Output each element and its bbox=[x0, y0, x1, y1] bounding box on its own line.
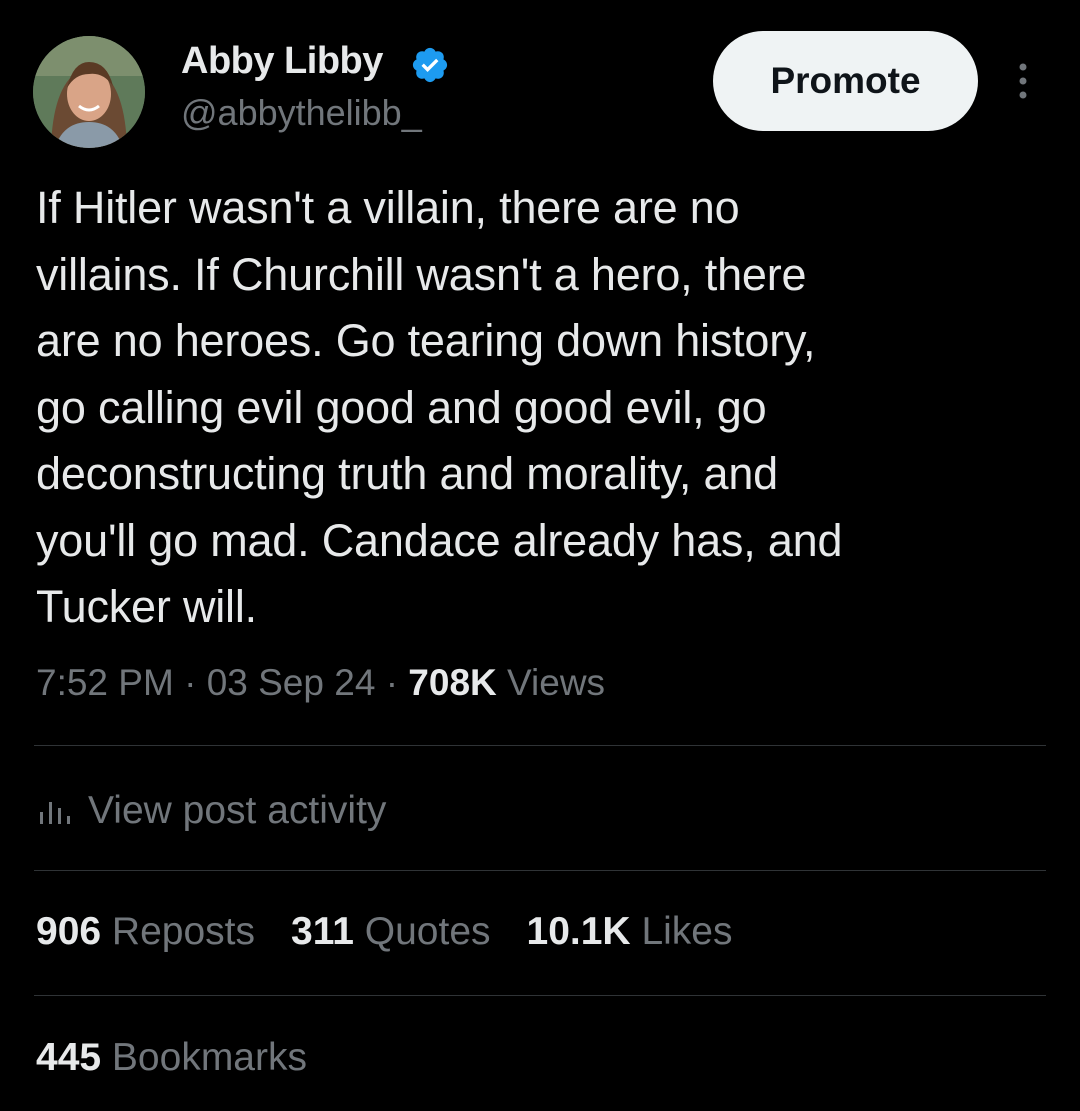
likes-stat[interactable]: 10.1K Likes bbox=[527, 910, 733, 954]
verified-badge-icon bbox=[412, 47, 448, 83]
quotes-label: Quotes bbox=[364, 910, 491, 953]
tweet-text-line: villains. If Churchill wasn't a hero, th… bbox=[36, 248, 807, 300]
more-vertical-icon[interactable] bbox=[1010, 62, 1036, 100]
tweet-text-line: If Hitler wasn't a villain, there are no bbox=[36, 182, 740, 233]
bookmarks-count: 445 bbox=[36, 1036, 102, 1079]
tweet-text-line: Tucker will. bbox=[36, 581, 257, 632]
tweet-text-line: go calling evil good and good evil, go bbox=[36, 381, 767, 433]
view-post-activity-link[interactable]: View post activity bbox=[36, 786, 386, 836]
reposts-stat[interactable]: 906 Reposts bbox=[36, 910, 255, 954]
bookmarks-stat[interactable]: 445 Bookmarks bbox=[36, 1036, 307, 1080]
analytics-bars-icon bbox=[40, 802, 70, 824]
author-handle[interactable]: @abbythelibb_ bbox=[181, 92, 422, 134]
meta-separator: · bbox=[385, 662, 399, 703]
tweet-text-line: deconstructing truth and morality, and bbox=[36, 448, 778, 499]
divider bbox=[34, 870, 1046, 871]
tweet-text-line: you'll go mad. Candace already has, and bbox=[36, 514, 843, 566]
avatar[interactable] bbox=[33, 36, 145, 148]
view-post-activity-label: View post activity bbox=[88, 789, 387, 832]
author-display-name[interactable]: Abby Libby bbox=[181, 40, 383, 83]
tweet-time[interactable]: 7:52 PM bbox=[36, 662, 174, 703]
avatar-photo bbox=[33, 36, 145, 148]
views-count: 708K bbox=[408, 662, 497, 703]
reposts-count: 906 bbox=[36, 910, 102, 953]
likes-label: Likes bbox=[641, 910, 733, 953]
meta-separator: · bbox=[184, 662, 197, 703]
reposts-label: Reposts bbox=[111, 910, 255, 953]
quotes-stat[interactable]: 311 Quotes bbox=[291, 910, 491, 954]
promote-button[interactable]: Promote bbox=[713, 31, 978, 131]
tweet-meta: 7:52 PM · 03 Sep 24 · 708K Views bbox=[36, 662, 605, 704]
divider bbox=[34, 995, 1046, 996]
tweet-text: If Hitler wasn't a villain, there are no… bbox=[36, 175, 1046, 641]
tweet-date[interactable]: 03 Sep 24 bbox=[207, 662, 376, 703]
quotes-count: 311 bbox=[291, 910, 354, 953]
views-label: Views bbox=[507, 662, 606, 703]
likes-count: 10.1K bbox=[526, 910, 631, 953]
bookmarks-label: Bookmarks bbox=[111, 1036, 307, 1079]
divider bbox=[34, 745, 1046, 746]
tweet-text-line: are no heroes. Go tearing down history, bbox=[36, 315, 816, 366]
engagement-stats: 906 Reposts 311 Quotes 10.1K Likes bbox=[36, 910, 732, 954]
